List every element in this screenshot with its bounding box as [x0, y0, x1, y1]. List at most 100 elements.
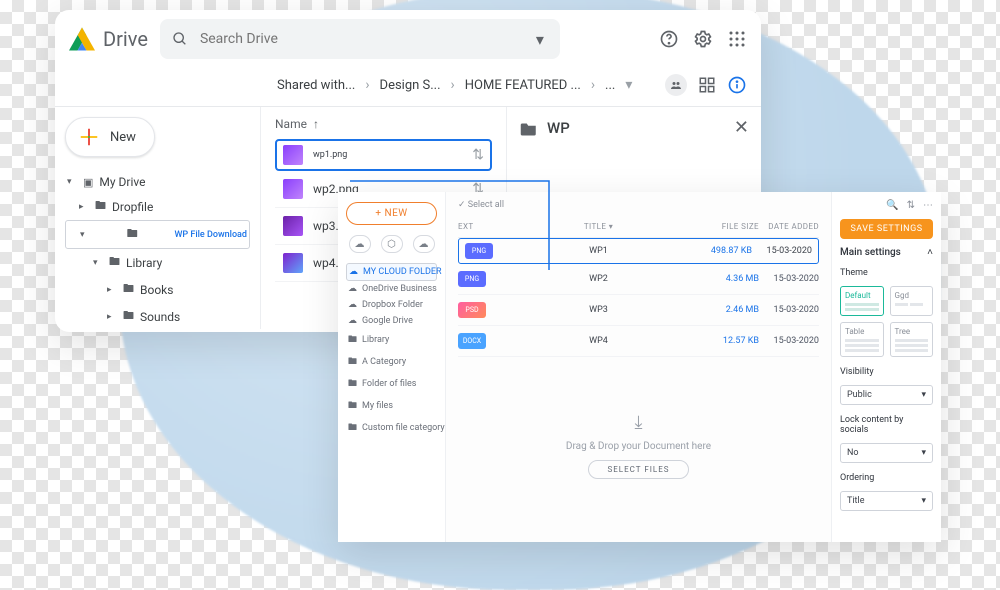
folder-icon: 🖿 [123, 307, 134, 326]
folder-icon: 🖿 [348, 332, 357, 348]
table-row[interactable]: PNGWP24.36 MB15-03-2020 [458, 264, 819, 295]
wpfd-main: ✓ Select all EXT TITLE ▾ FILE SIZE DATE … [446, 192, 831, 542]
table-row[interactable]: DOCXWP412.57 KB15-03-2020 [458, 326, 819, 357]
download-icon: ⤓ [635, 412, 643, 433]
search-icon[interactable]: 🔍 [886, 200, 898, 211]
cloud-icon: ☁ [348, 284, 357, 294]
folder-icon: 🖿 [348, 420, 357, 436]
new-button-label: New [110, 130, 136, 145]
tree-item-sounds[interactable]: ▸🖿Sounds [65, 303, 250, 330]
theme-label: Theme [840, 268, 933, 278]
col-ext[interactable]: EXT [458, 222, 498, 231]
cloud-gdrive-icon[interactable]: ☁ [413, 235, 435, 253]
drive-logo-icon [69, 27, 95, 51]
grid-view-icon[interactable] [697, 75, 717, 95]
tree-item-wpfiledownload[interactable]: ▾🖿WP File Download [65, 220, 250, 249]
ordering-label: Ordering [840, 473, 933, 483]
search-input[interactable] [200, 31, 520, 47]
column-header-name[interactable]: Name↑ [275, 117, 492, 131]
cloud-icon: ☁ [348, 316, 357, 326]
cloud-icon: ☁ [349, 267, 358, 277]
wpfd-new-button[interactable]: + NEW [346, 202, 437, 225]
file-row-wp1[interactable]: wp1.png⇅ [275, 139, 492, 171]
folder-icon [519, 118, 539, 138]
wpfd-tree-acat[interactable]: 🖿A Category [346, 351, 437, 373]
wpfd-tree-custom[interactable]: 🖿Custom file category [346, 417, 437, 439]
tree-item-video[interactable]: ▸🖿Video Google Drive [65, 330, 250, 332]
folder-icon: 🖿 [123, 280, 134, 299]
chevron-down-icon: ▾ [921, 448, 926, 458]
breadcrumb-2[interactable]: HOME FEATURED ... [463, 76, 583, 95]
tree-root[interactable]: ▾▣My Drive [65, 171, 250, 193]
table-header: EXT TITLE ▾ FILE SIZE DATE ADDED [458, 216, 819, 238]
lock-label: Lock content by socials [840, 415, 933, 435]
drive-search[interactable]: ▾ [160, 19, 560, 59]
folder-icon: 🖿 [95, 197, 106, 216]
help-icon[interactable] [659, 29, 679, 49]
wpfd-window: + NEW ☁ ⬡ ☁ ☁MY CLOUD FOLDER ☁OneDrive B… [338, 192, 941, 542]
drive-logo[interactable]: Drive [69, 27, 148, 51]
filter-icon[interactable]: ⇅ [907, 200, 915, 211]
apps-grid-icon[interactable] [727, 29, 747, 49]
folder-icon: 🖿 [348, 376, 357, 392]
visibility-select[interactable]: Public▾ [840, 385, 933, 405]
drop-zone-text: Drag & Drop your Document here [566, 441, 711, 452]
plus-icon [78, 126, 100, 148]
ordering-select[interactable]: Title▾ [840, 491, 933, 511]
wpfd-sidebar: + NEW ☁ ⬡ ☁ ☁MY CLOUD FOLDER ☁OneDrive B… [338, 192, 446, 542]
file-thumb-icon [283, 216, 303, 236]
folder-icon: 🖿 [109, 253, 120, 272]
wpfd-tree-onedrive[interactable]: ☁OneDrive Business [346, 281, 437, 297]
col-date[interactable]: DATE ADDED [759, 222, 819, 231]
theme-default[interactable]: Default [840, 286, 884, 316]
drive-icon: ▣ [83, 176, 93, 189]
file-thumb-icon [283, 145, 303, 165]
shared-icon: ⇅ [472, 147, 484, 163]
ext-badge: PNG [458, 271, 486, 287]
tree-item-books[interactable]: ▸🖿Books [65, 276, 250, 303]
lock-select[interactable]: No▾ [840, 443, 933, 463]
ext-badge: PSD [458, 302, 486, 318]
select-files-button[interactable]: SELECT FILES [588, 460, 688, 479]
search-dropdown-icon[interactable]: ▾ [530, 29, 550, 49]
folder-icon: 🖿 [127, 225, 138, 244]
col-size[interactable]: FILE SIZE [699, 222, 759, 231]
tree-item-library[interactable]: ▾🖿Library [65, 249, 250, 276]
section-main-settings[interactable]: Main settings˄ [840, 247, 933, 258]
wpfd-tree-dropbox[interactable]: ☁Dropbox Folder [346, 297, 437, 313]
wpfd-tree-folder[interactable]: 🖿Folder of files [346, 373, 437, 395]
more-icon[interactable]: ⋯ [923, 200, 933, 211]
breadcrumb-1[interactable]: Design S... [378, 76, 443, 95]
theme-tree[interactable]: Tree [890, 322, 934, 357]
wpfd-tree-library[interactable]: 🖿Library [346, 329, 437, 351]
theme-picker: Default Ggd Table Tree [840, 286, 933, 357]
gear-icon[interactable] [693, 29, 713, 49]
table-row[interactable]: PNGWP1498.87 KB15-03-2020 [458, 238, 819, 264]
close-icon[interactable]: ✕ [734, 117, 749, 138]
sort-asc-icon: ↑ [313, 117, 319, 131]
save-settings-button[interactable]: SAVE SETTINGS [840, 219, 933, 239]
info-icon[interactable] [727, 75, 747, 95]
wpfd-tree-myfiles[interactable]: 🖿My files [346, 395, 437, 417]
cloud-dropbox-icon[interactable]: ⬡ [381, 235, 403, 253]
folder-icon: 🖿 [348, 398, 357, 414]
ext-badge: DOCX [458, 333, 486, 349]
theme-table[interactable]: Table [840, 322, 884, 357]
drop-zone[interactable]: ⤓ Drag & Drop your Document here SELECT … [458, 357, 819, 534]
wpfd-tree-gdrive[interactable]: ☁Google Drive [346, 313, 437, 329]
drive-logo-label: Drive [103, 27, 148, 51]
new-button[interactable]: New [65, 117, 155, 157]
detail-title: WP [547, 119, 570, 137]
col-title[interactable]: TITLE ▾ [498, 222, 699, 231]
breadcrumb-3[interactable]: ... [603, 76, 617, 95]
table-row[interactable]: PSDWP32.46 MB15-03-2020 [458, 295, 819, 326]
theme-ggd[interactable]: Ggd [890, 286, 934, 316]
share-icon[interactable] [665, 74, 687, 96]
ext-badge: PNG [465, 243, 493, 259]
breadcrumb-0[interactable]: Shared with... [275, 76, 357, 95]
cloud-onedrive-icon[interactable]: ☁ [349, 235, 371, 253]
tree-item-dropfile[interactable]: ▸🖿Dropfile [65, 193, 250, 220]
wpfd-tree-cloud[interactable]: ☁MY CLOUD FOLDER [346, 263, 437, 281]
select-all-checkbox[interactable]: ✓ Select all [458, 200, 504, 210]
drive-header: Drive ▾ [55, 10, 761, 68]
